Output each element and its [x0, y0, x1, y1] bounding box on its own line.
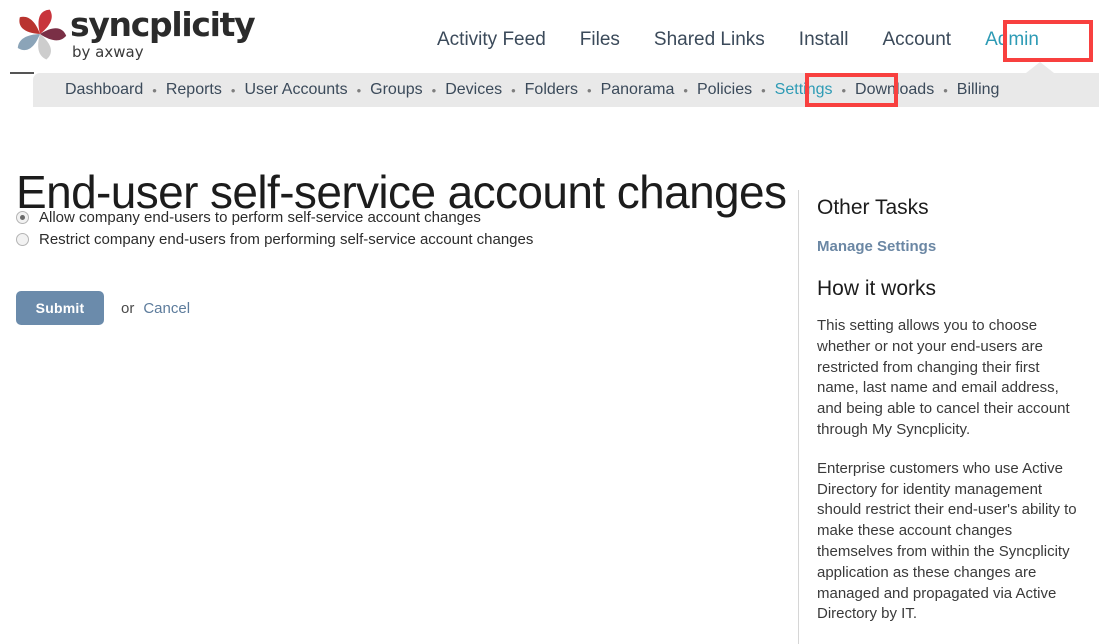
- nav-item-activity-feed[interactable]: Activity Feed: [420, 26, 563, 54]
- subnav-item-folders[interactable]: Folders: [525, 81, 578, 99]
- radio-button-selected[interactable]: [16, 211, 29, 224]
- syncplicity-pinwheel-logo-icon: [17, 9, 67, 60]
- brand-wordmark: syncplicity by axway: [70, 5, 260, 61]
- how-it-works-paragraph: Enterprise customers who use Active Dire…: [817, 459, 1077, 623]
- subnav-separator: •: [356, 82, 362, 98]
- subnav-separator: •: [587, 82, 592, 98]
- other-tasks-heading: Other Tasks: [817, 196, 929, 219]
- cancel-link[interactable]: Cancel: [143, 300, 190, 317]
- subnav-separator: •: [943, 82, 948, 98]
- primary-navigation: Activity Feed Files Shared Links Install Acc…: [420, 26, 1056, 58]
- subnav-separator: •: [431, 82, 437, 98]
- form-actions: Submit or Cancel: [16, 291, 190, 325]
- submit-button[interactable]: Submit: [16, 291, 104, 325]
- subnav-item-user-accounts[interactable]: User Accounts: [244, 81, 347, 99]
- radio-button[interactable]: [16, 233, 29, 246]
- nav-item-files[interactable]: Files: [563, 26, 637, 54]
- subnav-separator: •: [841, 82, 847, 98]
- nav-item-admin[interactable]: Admin: [968, 26, 1056, 54]
- subnav-item-reports[interactable]: Reports: [166, 81, 222, 99]
- nav-item-shared-links[interactable]: Shared Links: [637, 26, 782, 54]
- how-it-works-heading: How it works: [817, 277, 937, 300]
- subnav-item-settings[interactable]: Settings: [775, 81, 833, 99]
- subnav-left-rule: [10, 72, 34, 74]
- subnav-separator: •: [761, 82, 766, 98]
- nav-item-account[interactable]: Account: [865, 26, 968, 54]
- radio-group: Allow company end-users to perform self-…: [16, 207, 776, 250]
- site-header: syncplicity by axway Activity Feed Files S…: [0, 0, 1099, 72]
- sidebar-divider: [798, 190, 799, 644]
- radio-option[interactable]: Restrict company end-users from performi…: [16, 229, 776, 250]
- how-it-works-paragraph: This setting allows you to choose whethe…: [817, 317, 1070, 438]
- subnav-item-panorama[interactable]: Panorama: [601, 81, 675, 99]
- subnav-item-billing[interactable]: Billing: [957, 81, 1000, 99]
- radio-label: Restrict company end-users from performi…: [39, 231, 534, 248]
- radio-label: Allow company end-users to perform self-…: [39, 209, 481, 226]
- main-content: End-user self-service account changes Al…: [0, 107, 1099, 644]
- subnav-separator: •: [683, 82, 688, 98]
- brand-tagline: by axway: [72, 43, 144, 61]
- app-page: syncplicity by axway Activity Feed Files S…: [0, 0, 1099, 644]
- admin-subnavigation: Dashboard • Reports • User Accounts • Groups • D…: [33, 73, 1099, 107]
- subnav-item-policies[interactable]: Policies: [697, 81, 752, 99]
- subnav-separator: •: [152, 82, 157, 98]
- nav-item-install[interactable]: Install: [782, 26, 866, 54]
- subnav-item-groups[interactable]: Groups: [370, 81, 422, 99]
- brand-name: syncplicity: [70, 5, 256, 44]
- active-nav-caret-icon: [1026, 62, 1054, 73]
- settings-form: Allow company end-users to perform self-…: [16, 207, 776, 251]
- subnav-item-devices[interactable]: Devices: [445, 81, 502, 99]
- subnav-item-dashboard[interactable]: Dashboard: [65, 81, 143, 99]
- or-label: or: [121, 299, 135, 317]
- subnav-separator: •: [230, 82, 236, 98]
- subnav-item-downloads[interactable]: Downloads: [855, 81, 934, 99]
- subnav-separator: •: [511, 82, 516, 98]
- brand-logo[interactable]: syncplicity by axway: [12, 4, 262, 66]
- radio-option[interactable]: Allow company end-users to perform self-…: [16, 207, 776, 228]
- sidebar: Other Tasks Manage Settings How it works…: [817, 195, 1087, 643]
- manage-settings-link[interactable]: Manage Settings: [817, 238, 1087, 255]
